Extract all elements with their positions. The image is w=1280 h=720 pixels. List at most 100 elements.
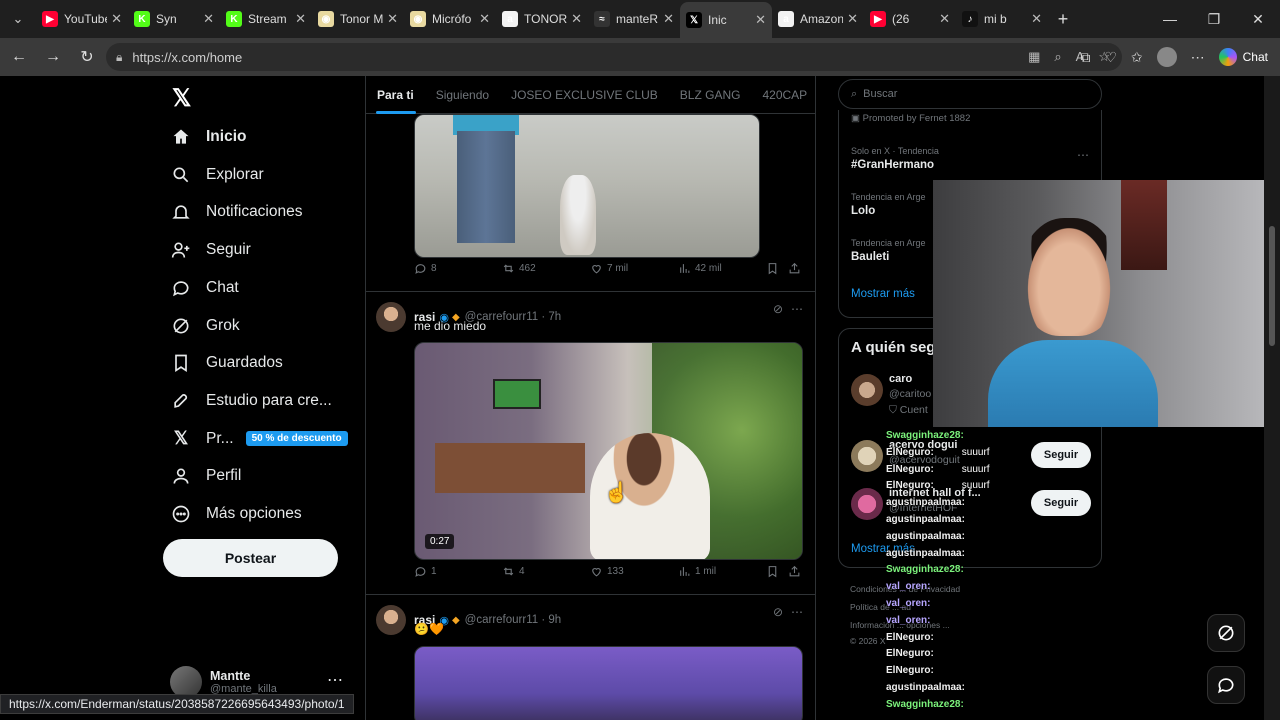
nav-item-estudio-para-cre[interactable]: Estudio para cre...	[170, 386, 332, 416]
grok-float-button[interactable]	[1207, 614, 1245, 652]
post-button[interactable]: Postear	[163, 539, 338, 577]
post-author-handle[interactable]: @carrefourr11	[465, 614, 538, 626]
trend-item[interactable]: Solo en X · Tendencia #GranHermano	[851, 146, 939, 171]
close-tab-icon[interactable]: ✕	[755, 12, 766, 28]
post-video[interactable]	[414, 646, 803, 720]
trend-item[interactable]: Tendencia en Arge Lolo	[851, 192, 926, 217]
search-input[interactable]: ⌕ Buscar	[838, 79, 1102, 109]
nav-item-explorar[interactable]: Explorar	[170, 160, 264, 190]
nav-item-inicio[interactable]: Inicio	[170, 122, 246, 152]
close-tab-icon[interactable]: ✕	[203, 11, 214, 27]
more-icon[interactable]: ⋯	[791, 302, 803, 316]
back-button[interactable]: ←	[2, 48, 36, 66]
more-icon[interactable]: ⋯	[791, 605, 803, 619]
zoom-icon[interactable]: ⌕	[1054, 49, 1061, 65]
browser-tab[interactable]: K Syn ✕	[128, 4, 220, 34]
follow-button[interactable]: Seguir	[1031, 490, 1091, 516]
browser-tab[interactable]: 𝕏 Inic ✕	[680, 2, 772, 38]
page-scrollbar[interactable]	[1264, 76, 1280, 720]
tab-title: Stream	[248, 12, 287, 26]
account-name: caro	[889, 373, 913, 385]
like-button[interactable]: 133	[590, 565, 624, 578]
browser-tab[interactable]: ♪ mi b ✕	[956, 4, 1048, 34]
favorites-icon[interactable]: ✩	[1131, 49, 1143, 66]
close-tab-icon[interactable]: ✕	[939, 11, 950, 27]
views-button[interactable]: 1 mil	[678, 565, 716, 578]
close-tab-icon[interactable]: ✕	[847, 11, 858, 27]
show-more-link[interactable]: Mostrar más	[851, 288, 915, 300]
settings-more-icon[interactable]: ⋯	[1191, 49, 1205, 66]
close-tab-icon[interactable]: ✕	[479, 11, 490, 27]
browser-tab[interactable]: ▶ YouTube ✕	[36, 4, 128, 34]
browser-tab[interactable]: ▶ (26 ✕	[864, 4, 956, 34]
grok-icon[interactable]: ⊘	[773, 605, 783, 619]
views-button[interactable]: 42 mil	[678, 262, 722, 275]
like-button[interactable]: 7 mil	[590, 262, 628, 275]
chat-text: suuurf	[961, 463, 990, 475]
repost-button[interactable]: 462	[502, 262, 536, 275]
nav-item-grok[interactable]: Grok	[170, 311, 240, 341]
timeline-tab[interactable]: Siguiendo	[425, 76, 500, 114]
forward-button[interactable]: →	[36, 48, 70, 66]
repost-icon	[503, 263, 514, 273]
maximize-button[interactable]: ❐	[1192, 0, 1236, 38]
close-tab-icon[interactable]: ✕	[663, 11, 674, 27]
nav-item-pr[interactable]: 𝕏 Pr... 50 % de descuento	[170, 424, 348, 454]
nav-item-notificaciones[interactable]: Notificaciones	[170, 197, 303, 227]
share-button[interactable]	[788, 262, 801, 275]
repost-button[interactable]: 4	[502, 565, 525, 578]
bookmark-button[interactable]	[766, 262, 779, 275]
close-tab-icon[interactable]: ✕	[295, 11, 306, 27]
close-tab-icon[interactable]: ✕	[571, 11, 582, 27]
messages-float-button[interactable]	[1207, 666, 1245, 704]
post-time[interactable]: 7h	[548, 311, 561, 323]
trend-item[interactable]: Tendencia en Arge Bauleti	[851, 238, 926, 263]
timeline-tab[interactable]: JOSEO EXCLUSIVE CLUB	[500, 76, 669, 114]
timeline-tab[interactable]: 420CAP	[751, 76, 815, 114]
nav-item-seguir[interactable]: Seguir	[170, 235, 251, 265]
app-install-icon[interactable]: ▦	[1028, 49, 1040, 65]
nav-item-m-s-opciones[interactable]: Más opciones	[170, 499, 302, 529]
post-video[interactable]: 0:27	[414, 342, 803, 560]
nav-item-perfil[interactable]: Perfil	[170, 461, 241, 491]
browser-tab[interactable]: a TONOR ✕	[496, 4, 588, 34]
reply-button[interactable]: 1	[414, 565, 437, 578]
bookmark-button[interactable]	[766, 565, 779, 578]
more-icon[interactable]: ⋯	[327, 670, 343, 690]
nav-item-chat[interactable]: Chat	[170, 273, 239, 303]
browser-tab[interactable]: K Stream ✕	[220, 4, 312, 34]
nav-item-guardados[interactable]: Guardados	[170, 348, 283, 378]
chat-message: ElNeguro:	[886, 663, 1036, 680]
timeline-tab[interactable]: BLZ GANG	[669, 76, 752, 114]
browser-tab[interactable]: ◉ Micrófo ✕	[404, 4, 496, 34]
avatar[interactable]	[376, 605, 406, 635]
close-tab-icon[interactable]: ✕	[387, 11, 398, 27]
grok-icon[interactable]: ⊘	[773, 302, 783, 316]
browser-tab[interactable]: ◉ Tonor M ✕	[312, 4, 404, 34]
browser-tab[interactable]: a Amazon ✕	[772, 4, 864, 34]
site-info-icon[interactable]: 🔒︎	[116, 50, 122, 65]
browser-tab[interactable]: ≈ manteR ✕	[588, 4, 680, 34]
close-tab-icon[interactable]: ✕	[1031, 11, 1042, 27]
profile-avatar-icon[interactable]	[1156, 47, 1177, 67]
refresh-button[interactable]: ↻	[70, 47, 104, 67]
timeline-tab[interactable]: Para ti	[366, 76, 425, 114]
new-tab-button[interactable]: +	[1048, 9, 1078, 30]
close-window-button[interactable]: ✕	[1236, 0, 1280, 38]
more-icon[interactable]: ⋯	[1077, 148, 1089, 162]
url-field[interactable]: 🔒︎ https://x.com/home ▦ ⌕ A ☆	[106, 43, 1122, 71]
tab-actions-menu-button[interactable]: ⌄	[0, 0, 36, 38]
post-time[interactable]: 9h	[548, 614, 561, 626]
chat-message: agustinpaalmaa:	[886, 495, 1036, 512]
minimize-button[interactable]: —	[1148, 0, 1192, 38]
follow-button[interactable]: Seguir	[1031, 442, 1091, 468]
extensions-icon[interactable]: ⧉	[1080, 49, 1090, 66]
avatar[interactable]	[376, 302, 406, 332]
share-button[interactable]	[788, 565, 801, 578]
close-tab-icon[interactable]: ✕	[111, 11, 122, 27]
post-image[interactable]	[414, 114, 760, 258]
browser-essentials-icon[interactable]: ♡	[1104, 49, 1117, 66]
reply-button[interactable]: 8	[414, 262, 437, 275]
copilot-chat-button[interactable]: Chat	[1218, 48, 1268, 66]
x-logo-icon[interactable]: 𝕏	[172, 84, 191, 113]
